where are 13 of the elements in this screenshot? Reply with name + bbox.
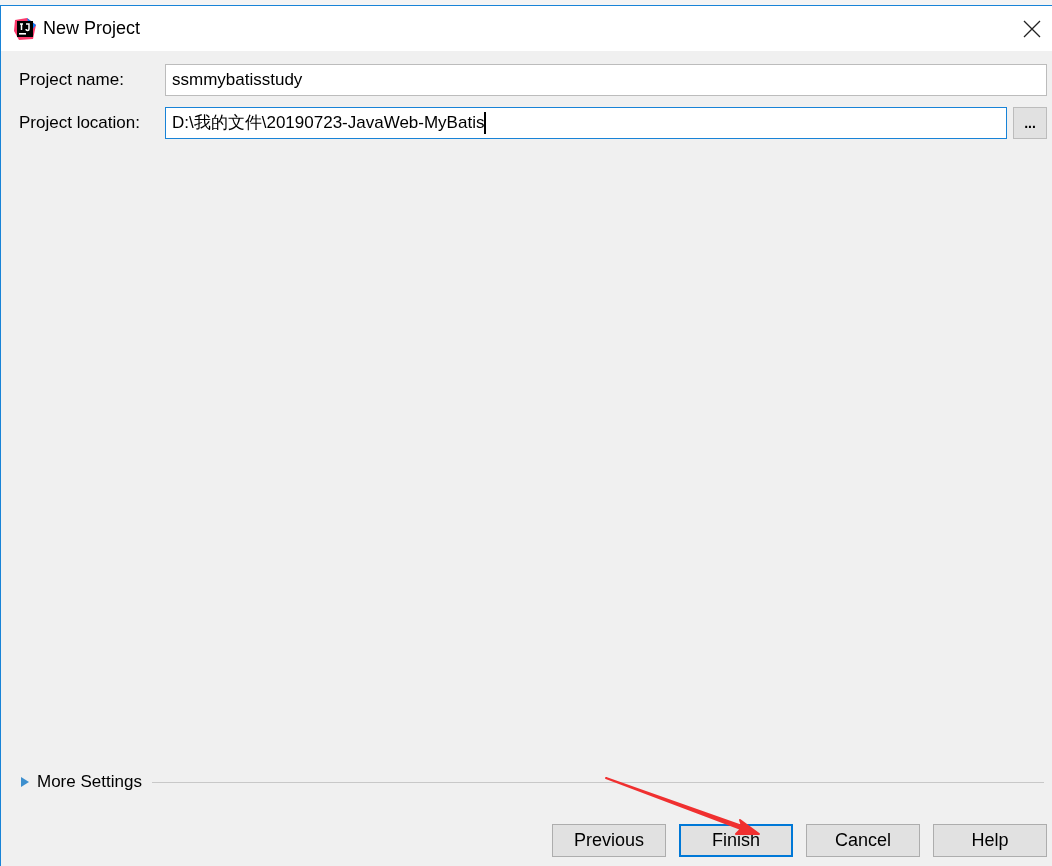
field-label: Project location: xyxy=(19,112,141,135)
browse-button[interactable]: ... xyxy=(1013,107,1047,139)
more-settings-toggle[interactable]: More Settings xyxy=(37,769,142,795)
dialog-button[interactable]: Help xyxy=(933,824,1047,857)
window-title: New Project xyxy=(43,17,141,40)
dialog-button[interactable]: Cancel xyxy=(806,824,920,857)
dialog-button[interactable]: Previous xyxy=(552,824,666,857)
app-logo-icon xyxy=(13,16,37,41)
text-field[interactable]: ssmmybatisstudy xyxy=(165,64,1047,96)
expand-triangle-icon[interactable] xyxy=(20,776,30,788)
dialog-button[interactable]: Finish xyxy=(679,824,793,857)
field-label: Project name: xyxy=(19,69,125,92)
text-field[interactable]: D:\我的文件\20190723-JavaWeb-MyBatis xyxy=(165,107,1007,139)
